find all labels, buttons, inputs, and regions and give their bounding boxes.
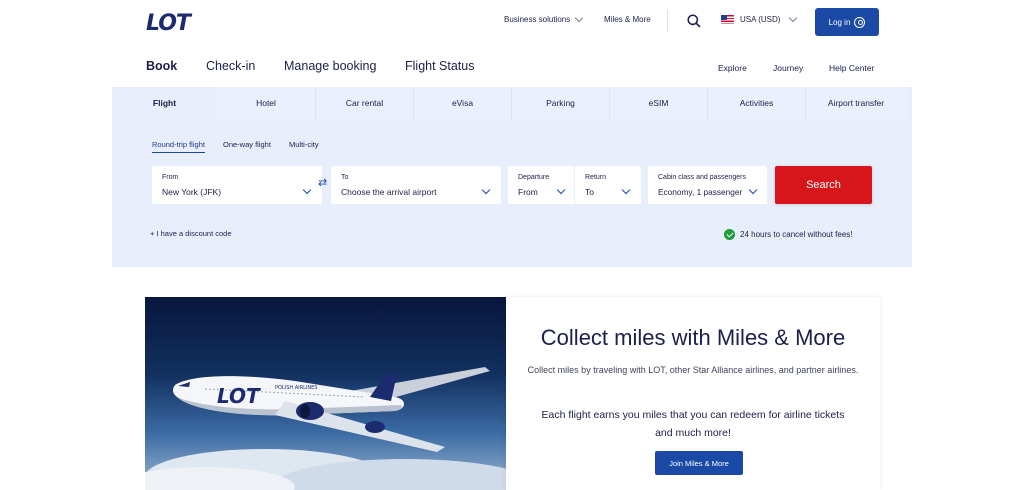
- miles-more-link[interactable]: Miles & More: [604, 15, 651, 24]
- promo-image: LOT POLISH AIRLINES: [145, 297, 506, 490]
- departure-field[interactable]: Departure From: [508, 166, 574, 204]
- chevron-down-icon: [748, 185, 758, 195]
- promo-title: Collect miles with Miles & More: [540, 325, 846, 350]
- promo-text-1: Collect miles by traveling with LOT, oth…: [527, 365, 859, 375]
- chevron-down-icon: [621, 185, 631, 195]
- business-solutions-menu[interactable]: Business solutions: [504, 13, 584, 24]
- from-value: New York (JFK): [162, 187, 222, 197]
- trip-round-label: Round-trip flight: [152, 140, 205, 153]
- cancel-note: 24 hours to cancel without fees!: [724, 229, 853, 240]
- departure-value: From: [518, 187, 538, 197]
- nav-book[interactable]: Book: [146, 59, 177, 73]
- to-field[interactable]: To Choose the arrival airport: [331, 166, 501, 204]
- search-button[interactable]: Search: [775, 166, 872, 204]
- tab-esim[interactable]: eSIM: [609, 87, 707, 120]
- currency-selector[interactable]: USA (USD): [721, 13, 798, 24]
- nav-help-center[interactable]: Help Center: [829, 63, 874, 73]
- return-field[interactable]: Return To: [575, 166, 641, 204]
- to-label: To: [341, 174, 349, 181]
- promo-text-2: Each flight earns you miles that you can…: [541, 409, 845, 439]
- discount-code-link[interactable]: + I have a discount code: [150, 229, 232, 238]
- user-icon: [854, 16, 866, 28]
- plane-airline-text: POLISH AIRLINES: [275, 385, 317, 391]
- nav-manage-booking[interactable]: Manage booking: [284, 59, 376, 73]
- search-icon[interactable]: [687, 14, 701, 28]
- tab-activities[interactable]: Activities: [707, 87, 805, 120]
- tab-evisa[interactable]: eVisa: [413, 87, 511, 120]
- plane-lot-logo: LOT: [217, 384, 261, 408]
- airplane-illustration: LOT POLISH AIRLINES: [145, 367, 506, 490]
- header-divider: [667, 10, 668, 32]
- miles-more-label: Miles & More: [604, 15, 651, 24]
- join-miles-more-button[interactable]: Join Miles & More: [655, 451, 743, 475]
- login-button[interactable]: Log in: [815, 8, 879, 36]
- trip-multicity[interactable]: Multi-city: [289, 140, 319, 149]
- to-value: Choose the arrival airport: [341, 187, 437, 197]
- tab-parking[interactable]: Parking: [511, 87, 609, 120]
- nav-flight-status[interactable]: Flight Status: [405, 59, 474, 73]
- nav-journey[interactable]: Journey: [773, 63, 803, 73]
- trip-round[interactable]: Round-trip flight: [152, 140, 205, 153]
- tab-hotel[interactable]: Hotel: [217, 87, 315, 120]
- business-solutions-label: Business solutions: [504, 15, 571, 24]
- chevron-down-icon: [789, 13, 798, 23]
- nav-explore[interactable]: Explore: [718, 63, 747, 73]
- nav-checkin[interactable]: Check-in: [206, 59, 255, 73]
- from-label: From: [162, 174, 179, 181]
- tab-flight[interactable]: Flight: [112, 87, 217, 120]
- cabin-label: Cabin class and passengers: [658, 174, 746, 181]
- chevron-down-icon: [556, 185, 566, 195]
- swap-icon[interactable]: ⇄: [318, 176, 327, 189]
- login-label: Log in: [828, 17, 851, 27]
- tab-airport-transfer[interactable]: Airport transfer: [805, 87, 906, 120]
- return-label: Return: [585, 174, 607, 181]
- cancel-note-label: 24 hours to cancel without fees!: [740, 230, 853, 239]
- chevron-down-icon: [575, 13, 584, 23]
- tab-car-rental[interactable]: Car rental: [315, 87, 413, 120]
- trip-oneway[interactable]: One-way flight: [223, 140, 271, 149]
- chevron-down-icon: [481, 185, 491, 195]
- from-field[interactable]: From New York (JFK): [152, 166, 322, 204]
- lot-logo[interactable]: LOT: [146, 11, 191, 36]
- cabin-passengers-field[interactable]: Cabin class and passengers Economy, 1 pa…: [648, 166, 767, 204]
- departure-label: Departure: [518, 174, 550, 181]
- us-flag-icon: [721, 15, 734, 24]
- booking-tabs: Flight Hotel Car rental eVisa Parking eS…: [112, 87, 906, 120]
- return-value: To: [585, 187, 594, 197]
- check-circle-icon: [724, 229, 735, 240]
- currency-label: USA (USD): [740, 15, 781, 24]
- cabin-value: Economy, 1 passenger: [658, 187, 743, 197]
- chevron-down-icon: [302, 185, 312, 195]
